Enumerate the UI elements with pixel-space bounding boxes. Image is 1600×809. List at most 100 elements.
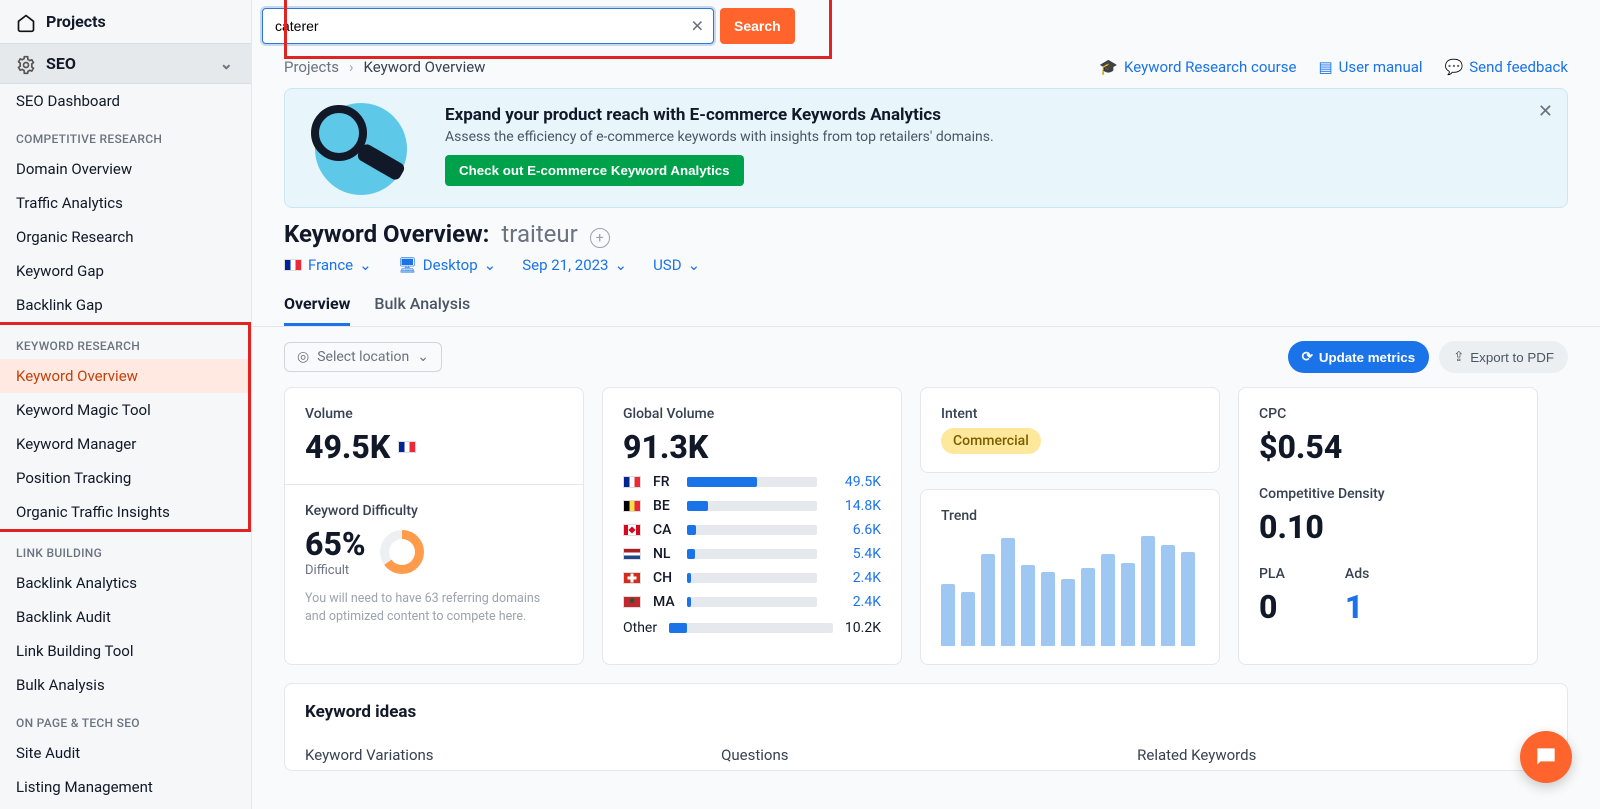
link-send-feedback[interactable]: 💬 Send feedback [1445, 58, 1568, 76]
breadcrumb-root[interactable]: Projects [284, 58, 339, 76]
filter-device[interactable]: 🖥Desktop⌄ [398, 256, 497, 274]
filter-date-label: Sep 21, 2023 [522, 256, 608, 274]
global-volume-value: 91.3K [623, 428, 881, 466]
sidebar-item-traffic-analytics[interactable]: Traffic Analytics [0, 186, 251, 220]
card-cpc-cd-pla-ads: CPC $0.54 Competitive Density 0.10 PLA 0… [1238, 387, 1538, 665]
chevron-down-icon: ⌄ [220, 54, 233, 73]
sidebar-item-backlink-gap[interactable]: Backlink Gap [0, 288, 251, 322]
desktop-icon: 🖥 [398, 256, 417, 274]
trend-bar [1181, 552, 1195, 646]
gv-value: 2.4K [825, 570, 881, 586]
gv-country: CA [653, 522, 679, 538]
sidebar-heading-onpage: ON PAGE & TECH SEO [0, 702, 251, 736]
gv-country: BE [653, 498, 679, 514]
gv-row: FR 49.5K [623, 474, 881, 490]
location-placeholder: Select location [317, 349, 409, 365]
export-pdf-button[interactable]: ⇪Export to PDF [1439, 341, 1568, 373]
sidebar-item-link-building-tool[interactable]: Link Building Tool [0, 634, 251, 668]
chat-fab[interactable] [1520, 731, 1572, 783]
kd-value: 65% [305, 525, 366, 563]
ideas-col-variations[interactable]: Keyword Variations [305, 746, 715, 764]
sidebar-projects[interactable]: Projects [0, 0, 251, 43]
link-keyword-course[interactable]: 🎓Keyword Research course [1099, 58, 1296, 76]
promo-illustration [303, 105, 423, 191]
comment-icon: 💬 [1445, 58, 1464, 76]
sidebar-projects-label: Projects [46, 12, 106, 31]
sidebar-item-seo-content-template[interactable]: SEO Content Template [0, 804, 251, 809]
sidebar-heading-competitive: COMPETITIVE RESEARCH [0, 118, 251, 152]
volume-label: Volume [305, 406, 563, 422]
link-send-feedback-label: Send feedback [1469, 58, 1568, 76]
trend-label: Trend [941, 508, 1199, 524]
gv-value: 6.6K [825, 522, 881, 538]
filter-country-label: France [308, 256, 353, 274]
filters: France⌄ 🖥Desktop⌄ Sep 21, 2023⌄ USD⌄ [252, 254, 1600, 284]
location-select[interactable]: ◎ Select location ⌄ [284, 342, 442, 372]
link-user-manual-label: User manual [1339, 58, 1423, 76]
filter-device-label: Desktop [423, 256, 478, 274]
trend-bar [1121, 563, 1135, 646]
gv-row: NL 5.4K [623, 546, 881, 562]
sidebar-item-keyword-gap[interactable]: Keyword Gap [0, 254, 251, 288]
sidebar-item-organic-traffic-insights[interactable]: Organic Traffic Insights [0, 495, 248, 529]
gv-row: CH 2.4K [623, 570, 881, 586]
link-user-manual[interactable]: ▤User manual [1318, 58, 1422, 76]
search-input[interactable] [262, 8, 714, 44]
pla-value: 0 [1259, 588, 1285, 626]
sidebar-item-backlink-audit[interactable]: Backlink Audit [0, 600, 251, 634]
pin-icon: ◎ [297, 349, 309, 365]
gv-country: MA [653, 594, 679, 610]
search-button[interactable]: Search [720, 8, 795, 44]
trend-bar [1061, 579, 1075, 646]
gv-bar [687, 573, 817, 583]
sidebar-item-position-tracking[interactable]: Position Tracking [0, 461, 248, 495]
card-keyword-ideas: Keyword ideas Keyword Variations Questio… [284, 683, 1568, 771]
ideas-col-related[interactable]: Related Keywords [1137, 746, 1547, 764]
cap-icon: 🎓 [1099, 58, 1118, 76]
sidebar-item-keyword-overview[interactable]: Keyword Overview [0, 359, 248, 393]
ads-value[interactable]: 1 [1345, 588, 1369, 626]
ideas-col-questions[interactable]: Questions [721, 746, 1131, 764]
ads-label: Ads [1345, 566, 1369, 582]
promo-cta-button[interactable]: Check out E-commerce Keyword Analytics [445, 155, 744, 186]
clear-icon[interactable]: ✕ [691, 17, 704, 36]
tab-bulk-analysis[interactable]: Bulk Analysis [374, 284, 470, 326]
update-metrics-button[interactable]: ⟳Update metrics [1288, 341, 1429, 373]
trend-bar [1021, 565, 1035, 646]
flag-fr-icon [398, 441, 416, 453]
trend-bar [1141, 536, 1155, 646]
gv-other-label: Other [623, 620, 657, 636]
gv-country: CH [653, 570, 679, 586]
close-icon[interactable]: ✕ [1538, 101, 1553, 122]
promo-body: Assess the efficiency of e-commerce keyw… [445, 129, 994, 145]
gv-country: FR [653, 474, 679, 490]
add-keyword-button[interactable]: + [590, 228, 610, 248]
chevron-right-icon: › [349, 58, 354, 76]
kd-donut-icon [380, 530, 424, 574]
gv-value: 49.5K [825, 474, 881, 490]
sidebar-item-listing-management[interactable]: Listing Management [0, 770, 251, 804]
sidebar-item-keyword-magic-tool[interactable]: Keyword Magic Tool [0, 393, 248, 427]
breadcrumb-current: Keyword Overview [364, 58, 486, 76]
card-intent-trend: Intent Commercial Trend [920, 387, 1220, 665]
export-icon: ⇪ [1453, 349, 1464, 365]
intent-badge: Commercial [941, 428, 1041, 454]
filter-date[interactable]: Sep 21, 2023⌄ [522, 256, 627, 274]
sidebar-item-organic-research[interactable]: Organic Research [0, 220, 251, 254]
filter-country[interactable]: France⌄ [284, 256, 372, 274]
filter-currency[interactable]: USD⌄ [653, 256, 700, 274]
sidebar-item-keyword-manager[interactable]: Keyword Manager [0, 427, 248, 461]
gv-bar [687, 525, 817, 535]
sidebar-item-domain-overview[interactable]: Domain Overview [0, 152, 251, 186]
trend-bar [1161, 545, 1175, 646]
sidebar-heading-keyword: KEYWORD RESEARCH [0, 325, 248, 359]
sidebar-item-backlink-analytics[interactable]: Backlink Analytics [0, 566, 251, 600]
sidebar-item-seo-dashboard[interactable]: SEO Dashboard [0, 84, 251, 118]
tab-overview[interactable]: Overview [284, 284, 350, 326]
sidebar-seo[interactable]: SEO ⌄ [0, 43, 251, 84]
sidebar-item-site-audit[interactable]: Site Audit [0, 736, 251, 770]
sidebar-item-bulk-analysis[interactable]: Bulk Analysis [0, 668, 251, 702]
card-trend: Trend [920, 489, 1220, 665]
trend-bar [1001, 538, 1015, 646]
page-title: Keyword Overview: [284, 220, 489, 248]
